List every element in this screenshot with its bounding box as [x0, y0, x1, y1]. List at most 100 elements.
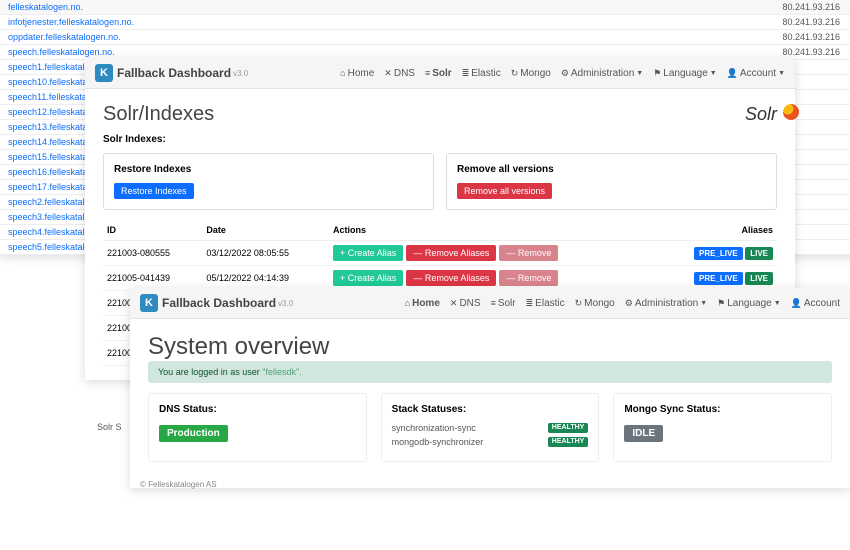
- stack-status-panel: Stack Statuses: synchronization-sync HEAL…: [381, 393, 600, 462]
- mongo-icon: ↻: [575, 298, 583, 309]
- gear-icon: ⚙: [625, 298, 633, 309]
- dns-icon: ✕: [384, 68, 392, 79]
- create-alias-button[interactable]: + Create Alias: [333, 270, 403, 286]
- nav-mongo[interactable]: ↻Mongo: [575, 298, 615, 309]
- overview-window: K Fallback Dashboard v3.0 ⌂Home ✕DNS ≡So…: [130, 288, 850, 488]
- chevron-down-icon: ▼: [778, 70, 785, 77]
- th-id: ID: [103, 220, 202, 241]
- nav-home[interactable]: ⌂Home: [340, 68, 374, 79]
- nav-admin[interactable]: ⚙Administration▼: [561, 68, 643, 79]
- dns-ip: 80.241.93.216: [505, 30, 850, 45]
- stack-status-badge: HEALTHY: [548, 437, 589, 447]
- footer: © Felleskatalogen AS: [130, 476, 850, 493]
- elastic-icon: ≣: [462, 68, 470, 79]
- remove-heading: Remove all versions: [457, 164, 766, 175]
- stack-status-badge: HEALTHY: [548, 423, 589, 433]
- nav-admin[interactable]: ⚙Administration▼: [625, 298, 707, 309]
- nav-home[interactable]: ⌂Home: [405, 298, 440, 309]
- nav-account[interactable]: 👤Account: [791, 298, 840, 309]
- remove-aliases-button[interactable]: — Remove Aliases: [406, 270, 496, 286]
- user-icon: 👤: [727, 68, 738, 79]
- th-actions: Actions: [329, 220, 655, 241]
- navbar: K Fallback Dashboard v3.0 ⌂Home ✕DNS ≡So…: [130, 288, 850, 319]
- chevron-down-icon: ▼: [774, 300, 781, 307]
- logo-icon: K: [95, 64, 113, 82]
- remove-aliases-button[interactable]: — Remove Aliases: [406, 245, 496, 261]
- stack-name: synchronization-sync: [392, 423, 476, 433]
- version: v3.0: [278, 299, 293, 308]
- stack-status-heading: Stack Statuses:: [392, 404, 589, 415]
- stack-row: synchronization-sync HEALTHY: [392, 423, 589, 433]
- remove-card: Remove all versions Remove all versions: [446, 153, 777, 210]
- brand: Fallback Dashboard: [117, 66, 231, 80]
- page-title: System overview: [148, 333, 832, 361]
- elastic-icon: ≣: [526, 298, 534, 309]
- dns-row[interactable]: infotjenester.felleskatalogen.no.80.241.…: [0, 15, 850, 30]
- solr-icon: ≡: [425, 68, 430, 78]
- mongo-status-panel: Mongo Sync Status: IDLE: [613, 393, 832, 462]
- restore-card: Restore Indexes Restore Indexes: [103, 153, 434, 210]
- nav-elastic[interactable]: ≣Elastic: [462, 68, 501, 79]
- index-row: 221003-080555 03/12/2022 08:05:55 + Crea…: [103, 241, 777, 266]
- th-aliases: Aliases: [655, 220, 777, 241]
- brand: Fallback Dashboard: [162, 296, 276, 310]
- nav-mongo[interactable]: ↻Mongo: [511, 68, 551, 79]
- solr-logo: Solr: [745, 104, 777, 125]
- login-user: "fellesdk".: [262, 367, 301, 377]
- mongo-status-heading: Mongo Sync Status:: [624, 404, 821, 415]
- restore-heading: Restore Indexes: [114, 164, 423, 175]
- index-row: 221005-041439 05/12/2022 04:14:39 + Crea…: [103, 266, 777, 291]
- cell-date: 03/12/2022 08:05:55: [202, 241, 329, 266]
- nav-solr[interactable]: ≡Solr: [425, 68, 452, 79]
- alias-badge: LIVE: [745, 272, 773, 285]
- nav-dns[interactable]: ✕DNS: [384, 68, 415, 79]
- home-icon: ⌂: [405, 298, 410, 308]
- dns-ip: 80.241.93.216: [505, 15, 850, 30]
- dns-row[interactable]: felleskatalogen.no.80.241.93.216: [0, 0, 850, 15]
- chevron-down-icon: ▼: [710, 70, 717, 77]
- user-icon: 👤: [791, 298, 802, 309]
- stack-row: mongodb-synchronizer HEALTHY: [392, 437, 589, 447]
- dns-ip: 80.241.93.216: [505, 0, 850, 15]
- login-alert: You are logged in as user "fellesdk".: [148, 361, 832, 383]
- nav-elastic[interactable]: ≣Elastic: [526, 298, 565, 309]
- alias-badge: LIVE: [745, 247, 773, 260]
- dns-icon: ✕: [450, 298, 458, 309]
- create-alias-button[interactable]: + Create Alias: [333, 245, 403, 261]
- navbar: K Fallback Dashboard v3.0 ⌂Home ✕DNS ≡So…: [85, 58, 795, 89]
- dns-status-badge: Production: [159, 425, 228, 442]
- cell-id: 221003-080555: [103, 241, 202, 266]
- flag-icon: ⚑: [717, 298, 725, 309]
- dns-host[interactable]: infotjenester.felleskatalogen.no.: [0, 15, 505, 30]
- mongo-icon: ↻: [511, 68, 519, 79]
- solr-status-label: Solr S: [97, 422, 122, 432]
- remove-button[interactable]: — Remove: [499, 270, 558, 286]
- dns-status-heading: DNS Status:: [159, 404, 356, 415]
- restore-button[interactable]: Restore Indexes: [114, 183, 194, 199]
- cell-date: 05/12/2022 04:14:39: [202, 266, 329, 291]
- dns-status-panel: DNS Status: Production: [148, 393, 367, 462]
- alias-badge: PRE_LIVE: [694, 247, 743, 260]
- th-date: Date: [202, 220, 329, 241]
- alias-badge: PRE_LIVE: [694, 272, 743, 285]
- nav-dns[interactable]: ✕DNS: [450, 298, 481, 309]
- cell-id: 221005-041439: [103, 266, 202, 291]
- dns-row[interactable]: oppdater.felleskatalogen.no.80.241.93.21…: [0, 30, 850, 45]
- remove-button[interactable]: — Remove: [499, 245, 558, 261]
- nav-account[interactable]: 👤Account▼: [727, 68, 785, 79]
- chevron-down-icon: ▼: [700, 300, 707, 307]
- dns-host[interactable]: felleskatalogen.no.: [0, 0, 505, 15]
- chevron-down-icon: ▼: [636, 70, 643, 77]
- gear-icon: ⚙: [561, 68, 569, 79]
- stack-name: mongodb-synchronizer: [392, 437, 484, 447]
- nav-language[interactable]: ⚑Language▼: [653, 68, 717, 79]
- nav-solr[interactable]: ≡Solr: [491, 298, 516, 309]
- flag-icon: ⚑: [653, 68, 661, 79]
- solr-icon: ≡: [491, 298, 496, 308]
- version: v3.0: [233, 69, 248, 78]
- nav-language[interactable]: ⚑Language▼: [717, 298, 781, 309]
- home-icon: ⌂: [340, 68, 345, 78]
- solr-subheading: Solr Indexes:: [103, 134, 777, 145]
- remove-all-button[interactable]: Remove all versions: [457, 183, 552, 199]
- dns-host[interactable]: oppdater.felleskatalogen.no.: [0, 30, 505, 45]
